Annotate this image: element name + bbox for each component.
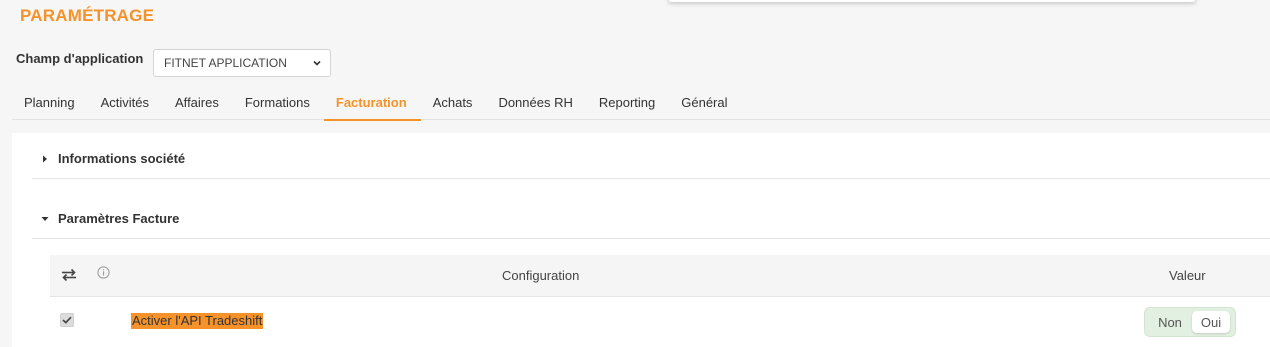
tab-label: Facturation <box>335 94 407 110</box>
section-informations-societe[interactable]: Informations société <box>32 139 1270 179</box>
tab-label: Activités <box>100 94 150 110</box>
swap-arrows-icon[interactable] <box>61 268 77 282</box>
config-label: Activer l'API Tradeshift <box>131 313 264 329</box>
caret-down-icon <box>32 216 58 222</box>
scope-select[interactable]: FITNET APPLICATION <box>153 49 331 77</box>
page-title: PARAMÉTRAGE <box>20 6 155 25</box>
tab-label: Formations <box>244 94 310 110</box>
caret-right-icon <box>32 155 58 163</box>
toggle-option-oui[interactable]: Oui <box>1192 311 1230 333</box>
tab-achats[interactable]: Achats <box>421 84 487 120</box>
tab-label: Planning <box>24 94 75 110</box>
chevron-down-icon <box>312 58 321 67</box>
tab-affaires[interactable]: Affaires <box>163 84 233 120</box>
tab-label: Reporting <box>598 94 656 110</box>
tab-label: Achats <box>432 94 473 110</box>
row-checkbox[interactable] <box>60 313 74 327</box>
check-icon <box>62 316 72 324</box>
tab-donnees-rh[interactable]: Données RH <box>486 84 586 120</box>
tab-formations[interactable]: Formations <box>233 84 324 120</box>
non-oui-toggle[interactable]: Non Oui <box>1144 307 1236 337</box>
scope-label: Champ d'application <box>16 51 144 66</box>
config-grid: Configuration Valeur Activer l'API Trade… <box>50 255 1270 345</box>
toggle-option-non[interactable]: Non <box>1148 311 1192 333</box>
tab-label: Affaires <box>175 94 219 110</box>
tab-reporting[interactable]: Reporting <box>587 84 669 120</box>
tab-label: Général <box>681 94 728 110</box>
tab-planning[interactable]: Planning <box>12 84 89 120</box>
section-title: Informations société <box>58 151 186 166</box>
column-header-valeur[interactable]: Valeur <box>1169 268 1206 283</box>
tab-general[interactable]: Général <box>669 84 741 120</box>
column-header-configuration[interactable]: Configuration <box>502 268 579 283</box>
tab-bar: Planning Activités Affaires Formations F… <box>12 84 1270 121</box>
top-popover-edge <box>668 0 1196 2</box>
scope-select-value: FITNET APPLICATION <box>164 56 287 70</box>
section-title: Paramètres Facture <box>58 211 180 226</box>
info-icon[interactable] <box>97 266 110 279</box>
section-parametres-facture[interactable]: Paramètres Facture <box>32 199 1270 239</box>
tab-label: Données RH <box>498 94 573 110</box>
tab-facturation[interactable]: Facturation <box>323 84 421 121</box>
settings-panel: Informations société Paramètres Facture <box>12 133 1270 347</box>
grid-header: Configuration Valeur <box>50 255 1270 297</box>
table-row: Activer l'API Tradeshift Non Oui <box>50 297 1270 345</box>
tab-activites[interactable]: Activités <box>89 84 163 120</box>
